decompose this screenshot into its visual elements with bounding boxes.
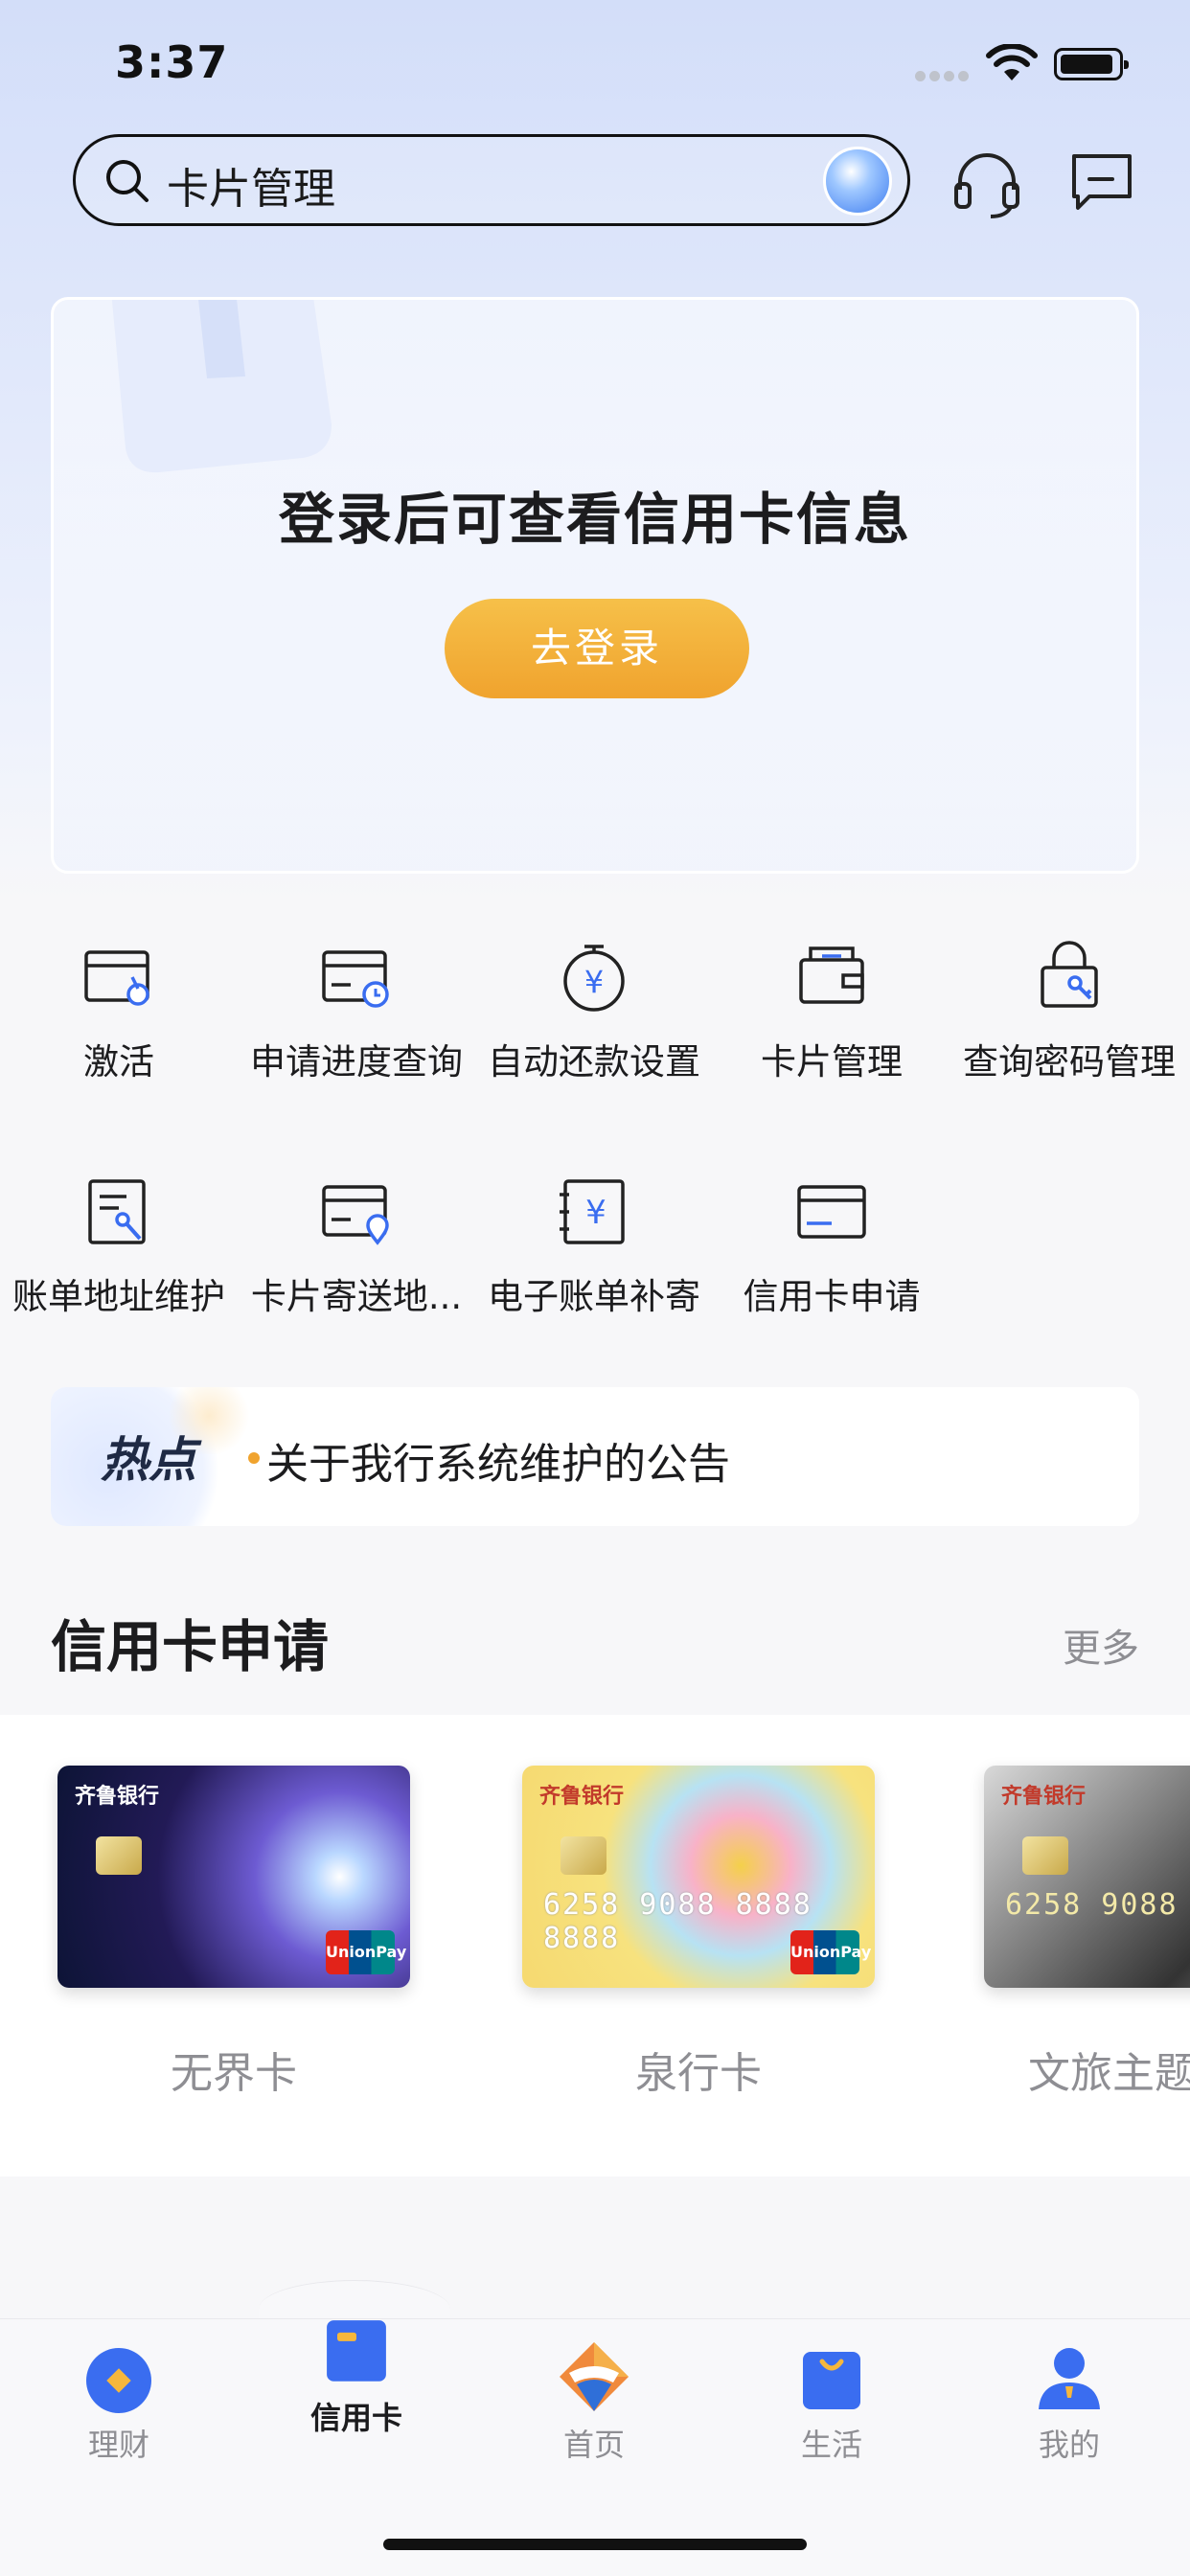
card-bank-name: 齐鲁银行 xyxy=(1001,1785,1087,1809)
wealth-icon xyxy=(86,2348,151,2413)
grid-label: 卡片寄送地... xyxy=(250,1276,463,1317)
grid-item-auto-repay[interactable]: ¥ 自动还款设置 xyxy=(475,939,713,1084)
password-lock-icon xyxy=(1041,941,1098,1008)
grid-label: 自动还款设置 xyxy=(488,1041,700,1083)
tab-profile[interactable]: 我的 xyxy=(950,2338,1188,2465)
customer-service-headset-icon[interactable] xyxy=(949,146,1025,222)
search-icon xyxy=(106,160,149,202)
search-input[interactable]: 卡片管理 xyxy=(167,154,335,216)
grid-label: 申请进度查询 xyxy=(250,1041,463,1083)
card-bank-name: 齐鲁银行 xyxy=(75,1785,160,1809)
grid-item-card-delivery[interactable]: 卡片寄送地... xyxy=(238,1174,475,1319)
auto-repay-icon: ¥ xyxy=(563,945,625,1012)
tab-label: 我的 xyxy=(1038,2427,1100,2463)
activate-card-icon xyxy=(84,950,149,1006)
status-bar: 3:37 xyxy=(0,0,1190,125)
tab-label: 信用卡 xyxy=(309,2400,402,2436)
hot-badge: 热点 xyxy=(51,1387,271,1526)
tab-wealth[interactable]: 理财 xyxy=(0,2338,238,2465)
home-logo-icon xyxy=(560,2342,629,2411)
grid-label: 账单地址维护 xyxy=(12,1276,225,1317)
hot-badge-dot xyxy=(248,1452,260,1464)
tab-label: 首页 xyxy=(562,2427,625,2463)
tab-life[interactable]: 生活 xyxy=(713,2338,950,2465)
grid-item-bill-address[interactable]: 账单地址维护 xyxy=(0,1174,238,1319)
card-name[interactable]: 泉行卡 xyxy=(522,2039,875,2100)
credit-card-apply-icon xyxy=(797,1185,866,1239)
grid-item-card-management[interactable]: 卡片管理 xyxy=(713,939,950,1084)
grid-item-password-management[interactable]: 查询密码管理 xyxy=(950,939,1188,1084)
card-number: 6258 9088 88 xyxy=(1005,1888,1190,1922)
grid-item-activate[interactable]: 激活 xyxy=(0,939,238,1084)
credit-card-image[interactable]: 齐鲁银行 UnionPay 银联 xyxy=(57,1766,410,1988)
announcement-banner[interactable]: 热点 关于我行系统维护的公告 xyxy=(51,1387,1139,1526)
card-name[interactable]: 文旅主题 xyxy=(984,2039,1190,2100)
grid-item-e-bill-resend[interactable]: ¥ 电子账单补寄 xyxy=(475,1174,713,1319)
login-button[interactable]: 去登录 xyxy=(445,599,749,698)
credit-card-image[interactable]: 齐鲁银行 6258 9088 8888 8888 UnionPay 银联 xyxy=(522,1766,875,1988)
tab-label: 理财 xyxy=(87,2427,149,2463)
login-card: 登录后可查看信用卡信息 去登录 xyxy=(51,297,1139,874)
grid-item-credit-card-apply[interactable]: 信用卡申请 xyxy=(713,1174,950,1319)
unionpay-logo: UnionPay 银联 xyxy=(326,1930,406,1988)
credit-card-image[interactable]: 齐鲁银行 6258 9088 88 xyxy=(984,1766,1190,1988)
tab-home[interactable]: 首页 xyxy=(475,2338,713,2465)
e-bill-icon: ¥ xyxy=(560,1179,625,1244)
card-wallet-icon xyxy=(799,946,864,1004)
bill-address-icon xyxy=(88,1179,146,1244)
signal-icon xyxy=(915,67,973,85)
home-indicator xyxy=(383,2539,807,2550)
svg-text:¥: ¥ xyxy=(585,1194,606,1232)
announcement-text[interactable]: 关于我行系统维护的公告 xyxy=(266,1429,730,1491)
message-icon[interactable] xyxy=(1068,148,1135,216)
card-watermark-icon xyxy=(111,300,332,473)
wifi-icon xyxy=(986,44,1038,80)
battery-icon xyxy=(1054,48,1129,80)
application-progress-icon xyxy=(322,950,389,1008)
hot-badge-text: 热点 xyxy=(101,1432,196,1488)
card-chip-icon xyxy=(1022,1836,1068,1875)
tab-credit-card[interactable]: 信用卡 xyxy=(238,2312,475,2438)
tab-label: 生活 xyxy=(800,2427,862,2463)
grid-label: 电子账单补寄 xyxy=(488,1276,700,1317)
grid-label: 卡片管理 xyxy=(761,1041,903,1083)
card-chip-icon xyxy=(561,1836,606,1875)
login-prompt-title: 登录后可查看信用卡信息 xyxy=(278,487,911,552)
life-bag-icon xyxy=(803,2352,860,2409)
status-time: 3:37 xyxy=(115,36,229,88)
card-name[interactable]: 无界卡 xyxy=(57,2039,410,2100)
svg-text:¥: ¥ xyxy=(584,964,604,1000)
unionpay-logo: UnionPay 银联 xyxy=(790,1930,871,1988)
voice-assistant-button[interactable] xyxy=(823,147,892,216)
card-delivery-icon xyxy=(322,1185,389,1245)
card-chip-icon xyxy=(96,1836,142,1875)
grid-label: 查询密码管理 xyxy=(963,1041,1176,1083)
grid-label: 信用卡申请 xyxy=(743,1276,921,1317)
search-bar[interactable]: 卡片管理 xyxy=(73,134,910,226)
credit-card-carousel[interactable]: 齐鲁银行 UnionPay 银联 无界卡 齐鲁银行 6258 9088 8888… xyxy=(0,1715,1190,2177)
grid-label: 激活 xyxy=(83,1041,154,1083)
profile-icon xyxy=(1039,2348,1100,2409)
section-title: 信用卡申请 xyxy=(51,1614,330,1679)
grid-item-application-progress[interactable]: 申请进度查询 xyxy=(238,939,475,1084)
more-link[interactable]: 更多 xyxy=(1063,1617,1139,1673)
bottom-tab-bar: 理财 信用卡 首页 生活 我的 xyxy=(0,2318,1190,2576)
credit-card-icon xyxy=(327,2320,386,2382)
card-bank-name: 齐鲁银行 xyxy=(539,1785,625,1809)
